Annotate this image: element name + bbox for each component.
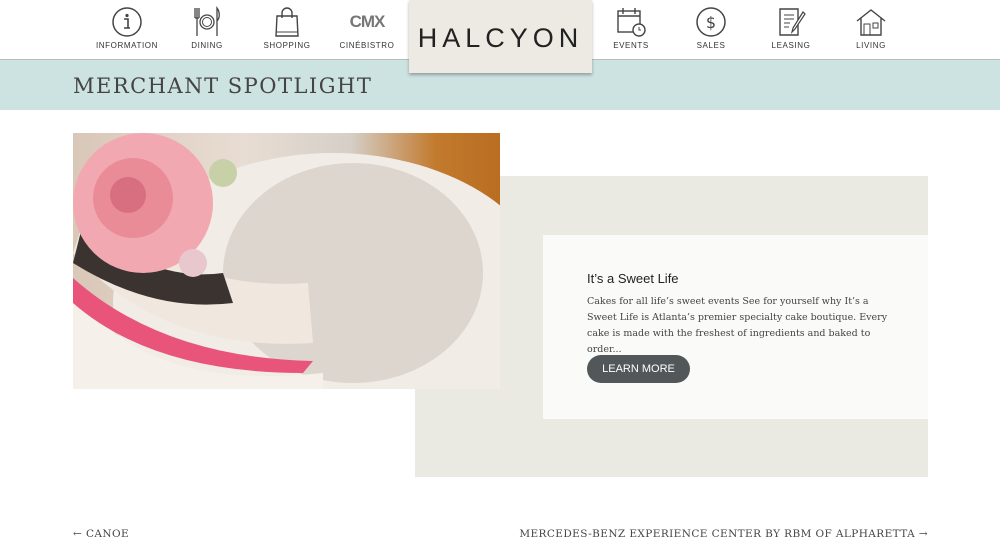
- nav-label: DINING: [191, 41, 223, 50]
- shopping-bag-icon: [275, 7, 299, 37]
- prev-merchant-link[interactable]: ← CANOE: [73, 528, 129, 540]
- info-icon: [112, 7, 142, 37]
- nav-cinebistro[interactable]: CMX CINÉBISTRO: [327, 6, 407, 50]
- nav-leasing[interactable]: LEASING: [751, 6, 831, 50]
- nav-sales[interactable]: $ SALES: [671, 6, 751, 50]
- learn-more-button[interactable]: LEARN MORE: [587, 355, 690, 383]
- nav-label: EVENTS: [613, 41, 649, 50]
- brand-logo[interactable]: HALCYON: [409, 0, 592, 73]
- calendar-icon: [617, 8, 646, 37]
- prev-label: CANOE: [85, 528, 130, 540]
- dollar-icon: $: [696, 7, 726, 37]
- merchant-description: Cakes for all life’s sweet events See fo…: [587, 296, 888, 355]
- nav-label: SHOPPING: [263, 41, 311, 50]
- nav-label: LIVING: [856, 41, 886, 50]
- nav-label: SALES: [696, 41, 726, 50]
- nav-label: CINÉBISTRO: [339, 41, 395, 50]
- next-merchant-link[interactable]: MERCEDES-BENZ EXPERIENCE CENTER BY RBM O…: [519, 528, 928, 540]
- cmx-logo: CMX: [349, 12, 386, 31]
- nav-dining[interactable]: DINING: [167, 6, 247, 50]
- arrow-right-icon: →: [915, 528, 928, 540]
- merchant-name: It’s a Sweet Life: [587, 271, 679, 286]
- nav-shopping[interactable]: SHOPPING: [247, 6, 327, 50]
- nav-events[interactable]: EVENTS: [591, 6, 671, 50]
- nav-label: LEASING: [771, 41, 811, 50]
- nav-living[interactable]: LIVING: [831, 6, 911, 50]
- next-label: MERCEDES-BENZ EXPERIENCE CENTER BY RBM O…: [519, 528, 916, 540]
- dining-icon: [194, 6, 220, 36]
- page-title: MERCHANT SPOTLIGHT: [73, 74, 373, 98]
- nav-label: INFORMATION: [95, 41, 158, 50]
- document-icon: [779, 8, 806, 36]
- house-icon: [856, 9, 886, 36]
- nav-information[interactable]: INFORMATION: [87, 6, 167, 50]
- arrow-left-icon: ←: [73, 528, 86, 540]
- svg-text:$: $: [706, 13, 716, 32]
- merchant-photo: [73, 133, 500, 389]
- spotlight-card: It’s a Sweet Life Cakes for all life’s s…: [543, 235, 928, 419]
